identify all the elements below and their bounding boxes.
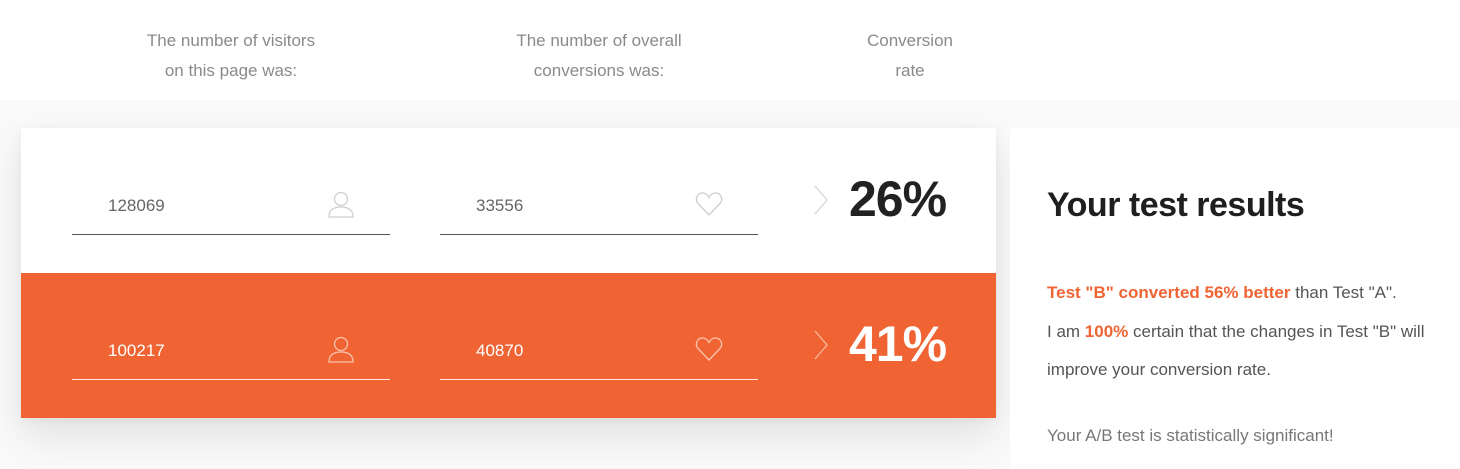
- certainty-highlight: 100%: [1084, 321, 1129, 341]
- test-a-conversions-field: [440, 178, 758, 235]
- results-title: Your test results: [1047, 186, 1305, 224]
- rate-column-header: Conversion rate: [867, 31, 953, 80]
- significance-message: Your A/B test is statistically significa…: [1047, 426, 1334, 445]
- improvement-highlight: Test "B" converted 56% better: [1047, 283, 1291, 302]
- test-b-row: 41%: [21, 273, 996, 418]
- test-b-conversions-input[interactable]: [440, 323, 700, 379]
- conversions-column-header: The number of overall conversions was:: [516, 31, 682, 80]
- user-icon: [328, 336, 354, 363]
- user-icon: [328, 191, 354, 218]
- test-a-conversion-rate: 26%: [849, 171, 947, 227]
- test-b-visitors-field: [72, 323, 390, 380]
- results-text: I am: [1047, 321, 1085, 341]
- test-a-visitors-input[interactable]: [72, 178, 332, 234]
- chevron-right-icon: [814, 330, 828, 360]
- test-b-conversions-field: [440, 323, 758, 380]
- ab-test-calculator: 26% 41%: [21, 128, 996, 418]
- results-panel: Your test results Test "B" converted 56%…: [1010, 128, 1460, 469]
- results-summary: Test "B" converted 56% better than Test …: [1047, 274, 1457, 390]
- test-b-visitors-input[interactable]: [72, 323, 332, 379]
- heart-icon: [695, 337, 723, 361]
- heart-icon: [695, 192, 723, 216]
- test-a-row: 26%: [21, 128, 996, 273]
- results-text: than Test "A".: [1290, 283, 1397, 302]
- chevron-right-icon: [814, 185, 828, 215]
- test-a-conversions-input[interactable]: [440, 178, 700, 234]
- visitors-column-header: The number of visitors on this page was:: [146, 31, 316, 80]
- test-b-conversion-rate: 41%: [849, 316, 947, 372]
- test-a-visitors-field: [72, 178, 390, 235]
